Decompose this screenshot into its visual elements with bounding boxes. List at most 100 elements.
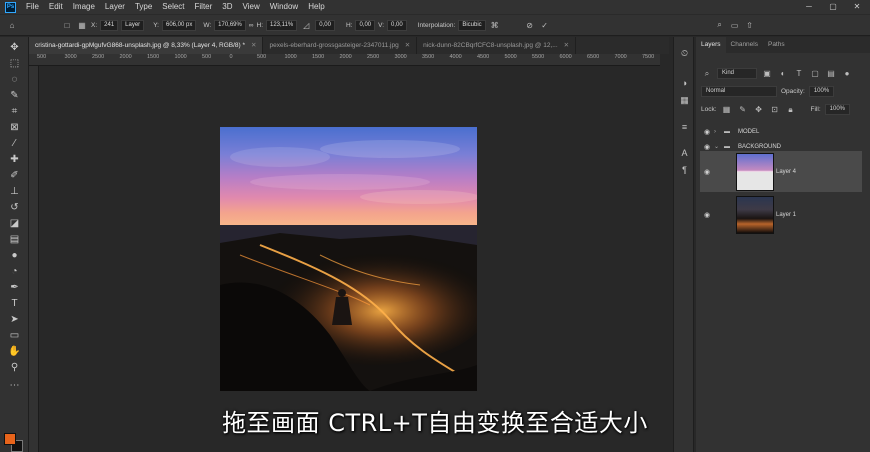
- fill-field[interactable]: 100%: [824, 104, 851, 115]
- h-field[interactable]: 123,11%: [266, 19, 298, 31]
- rectangle-tool-icon[interactable]: ▭: [5, 329, 24, 343]
- blend-mode-select[interactable]: Normal: [701, 86, 777, 97]
- layer-row-layer-4[interactable]: ◉ Layer 4: [700, 151, 862, 192]
- more-tools-icon[interactable]: ⋯: [5, 379, 24, 393]
- layer-row-layer-1[interactable]: ◉ Layer 1: [700, 194, 862, 235]
- history-brush-tool-icon[interactable]: ↺: [5, 201, 24, 215]
- healing-brush-tool-icon[interactable]: ✚: [5, 153, 24, 167]
- close-icon[interactable]: ✕: [564, 42, 569, 49]
- share-icon[interactable]: ⇧: [744, 21, 756, 30]
- menu-select[interactable]: Select: [157, 0, 189, 14]
- angle-icon: ◿: [303, 20, 310, 30]
- tool-preset-icon[interactable]: □: [61, 21, 73, 30]
- properties-panel-icon[interactable]: ≡: [677, 121, 692, 134]
- eyedropper-tool-icon[interactable]: ⁄: [5, 137, 24, 151]
- paragraph-panel-icon[interactable]: ¶: [677, 164, 692, 177]
- hand-tool-icon[interactable]: ✋: [5, 345, 24, 359]
- opacity-field[interactable]: 100%: [808, 86, 835, 97]
- pen-tool-icon[interactable]: ✒: [5, 281, 24, 295]
- eraser-tool-icon[interactable]: ◪: [5, 217, 24, 231]
- shape-filter-icon[interactable]: ▢: [809, 69, 821, 78]
- smart-object-filter-icon[interactable]: ▤: [825, 69, 837, 78]
- lasso-tool-icon[interactable]: ◌: [5, 73, 24, 87]
- menu-layer[interactable]: Layer: [100, 0, 130, 14]
- tab-layers[interactable]: Layers: [696, 37, 726, 53]
- type-filter-icon[interactable]: T: [793, 69, 805, 78]
- w-field[interactable]: 170,69%: [214, 19, 246, 31]
- lock-all-icon[interactable]: 🔒︎: [785, 105, 797, 115]
- hskew-field[interactable]: 0,00: [355, 19, 376, 31]
- close-icon[interactable]: ✕: [405, 42, 410, 49]
- cancel-transform-icon[interactable]: ⊘: [524, 21, 536, 30]
- type-tool-icon[interactable]: T: [5, 297, 24, 311]
- zoom-tool-icon[interactable]: ⚲: [5, 361, 24, 375]
- menu-filter[interactable]: Filter: [190, 0, 218, 14]
- ref-x-field[interactable]: 241: [100, 19, 119, 31]
- maximize-button[interactable]: ▢: [822, 0, 844, 14]
- y-label: Y:: [153, 21, 159, 29]
- lock-pixels-icon[interactable]: ✎: [737, 105, 749, 114]
- ruler-tick-label: 1500: [312, 54, 325, 60]
- menu-edit[interactable]: Edit: [44, 0, 68, 14]
- quick-select-tool-icon[interactable]: ✎: [5, 89, 24, 103]
- tab-pexels-eberhard[interactable]: pexels-eberhard-grossgasteiger-2347011.j…: [263, 37, 418, 54]
- crop-tool-icon[interactable]: ⌗: [5, 105, 24, 119]
- pixel-filter-icon[interactable]: ▣: [761, 69, 773, 78]
- link-icon[interactable]: ∞: [249, 22, 254, 29]
- lock-transparency-icon[interactable]: ▦: [721, 105, 733, 114]
- blur-tool-icon[interactable]: ●: [5, 249, 24, 263]
- filter-toggle-icon[interactable]: ●: [841, 69, 853, 78]
- chevron-down-icon[interactable]: ⌄: [714, 143, 724, 150]
- visibility-eye-icon[interactable]: ◉: [700, 143, 714, 151]
- frame-tool-icon[interactable]: ⊠: [5, 121, 24, 135]
- libraries-panel-icon[interactable]: ▦: [677, 94, 692, 107]
- character-panel-icon[interactable]: A: [677, 147, 692, 160]
- visibility-eye-icon[interactable]: ◉: [700, 211, 714, 219]
- close-icon[interactable]: ✕: [251, 42, 256, 49]
- warp-icon[interactable]: ⌘: [489, 21, 501, 30]
- marquee-tool-icon[interactable]: ⬚: [5, 57, 24, 71]
- menu-file[interactable]: File: [21, 0, 44, 14]
- adjustment-filter-icon[interactable]: ◐: [777, 69, 789, 78]
- ruler-tick-label: 5000: [504, 54, 517, 60]
- interpolation-select[interactable]: Bicubic: [458, 19, 486, 31]
- tab-channels[interactable]: Channels: [726, 37, 763, 53]
- close-window-button[interactable]: ✕: [846, 0, 868, 14]
- kind-filter-select[interactable]: Kind: [717, 68, 757, 79]
- tab-cristina-gottardi[interactable]: cristina-gottardi-gpMgufvG868-unsplash.j…: [29, 37, 264, 54]
- y-field[interactable]: 606,00 px: [161, 19, 197, 31]
- visibility-eye-icon[interactable]: ◉: [700, 168, 714, 176]
- angle-field[interactable]: 0,00: [315, 19, 335, 31]
- workspace-icon[interactable]: ▭: [729, 21, 741, 30]
- vskew-field[interactable]: 0,00: [387, 19, 407, 31]
- chevron-right-icon[interactable]: ›: [714, 129, 724, 135]
- gradient-tool-icon[interactable]: ▤: [5, 233, 24, 247]
- layer-select[interactable]: Layer: [121, 19, 145, 31]
- tab-paths[interactable]: Paths: [763, 37, 790, 53]
- tab-nick-dunn[interactable]: nick-dunn-82CBqrfCFC8-unsplash.jpg @ 12,…: [417, 37, 577, 54]
- path-selection-tool-icon[interactable]: ➤: [5, 313, 24, 327]
- menu-type[interactable]: Type: [130, 0, 157, 14]
- menu-image[interactable]: Image: [68, 0, 100, 14]
- adjustments-panel-icon[interactable]: ◑: [677, 77, 692, 90]
- lock-position-icon[interactable]: ✥: [753, 105, 765, 114]
- history-panel-icon[interactable]: ⏲: [677, 47, 692, 60]
- tab-label: pexels-eberhard-grossgasteiger-2347011.j…: [269, 42, 399, 49]
- brush-tool-icon[interactable]: ✐: [5, 169, 24, 183]
- reference-point-icon[interactable]: ▦: [76, 21, 88, 30]
- commit-transform-icon[interactable]: ✓: [539, 21, 551, 30]
- visibility-eye-icon[interactable]: ◉: [700, 128, 714, 136]
- clone-stamp-tool-icon[interactable]: ⊥: [5, 185, 24, 199]
- minimize-button[interactable]: ─: [798, 0, 820, 14]
- document-tabs: cristina-gottardi-gpMgufvG868-unsplash.j…: [29, 37, 669, 54]
- search-icon[interactable]: ⌕: [714, 20, 726, 30]
- menu-window[interactable]: Window: [265, 0, 303, 14]
- move-tool-icon[interactable]: ✥: [5, 41, 24, 55]
- lock-artboard-icon[interactable]: ⊡: [769, 105, 781, 114]
- menu-3d[interactable]: 3D: [217, 0, 237, 14]
- home-icon[interactable]: ⌂: [6, 21, 18, 30]
- dodge-tool-icon[interactable]: ◔: [5, 265, 24, 279]
- document-canvas[interactable]: [220, 127, 477, 391]
- menu-help[interactable]: Help: [303, 0, 329, 14]
- menu-view[interactable]: View: [238, 0, 265, 14]
